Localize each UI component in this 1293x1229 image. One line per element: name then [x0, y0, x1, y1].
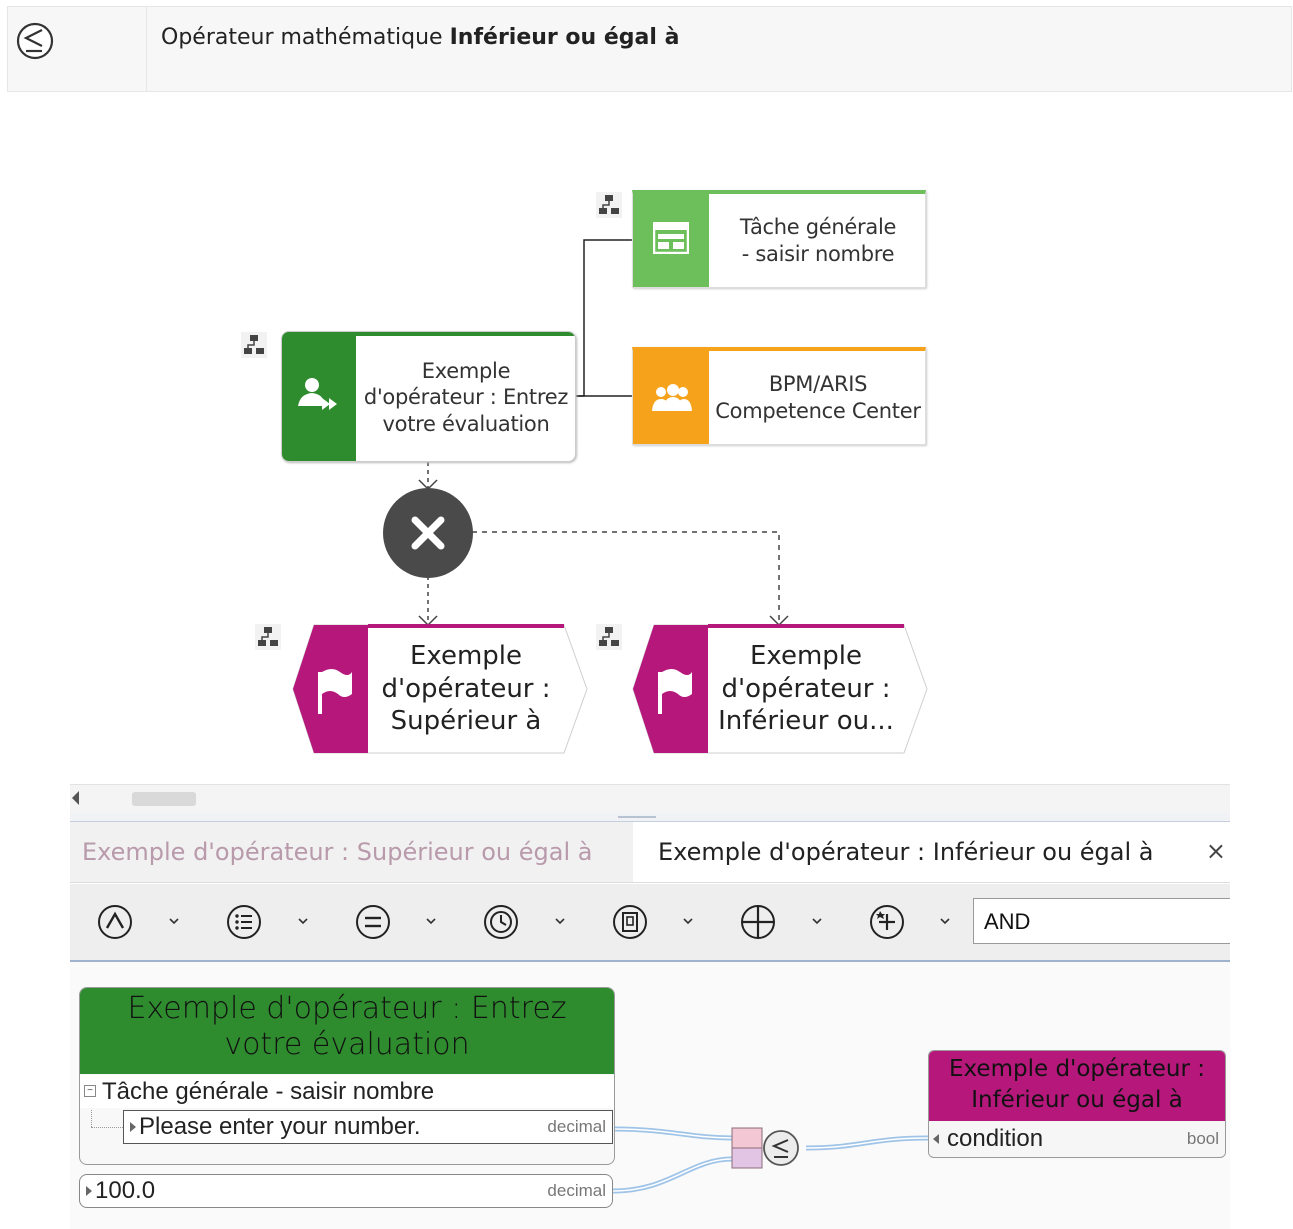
comparison-operator-button[interactable]	[353, 902, 393, 942]
chevron-down-icon[interactable]	[938, 914, 952, 928]
splitter-grip[interactable]	[618, 816, 656, 818]
chevron-down-icon[interactable]	[424, 914, 438, 928]
event1-label-line3: Supérieur à	[390, 706, 542, 737]
source-function-title: Exemple d'opérateur : Entrez votre évalu…	[80, 988, 614, 1074]
event-inferieur-label: Exemple d'opérateur : Inférieur ou...	[708, 624, 904, 754]
screen-icon	[653, 222, 689, 254]
chevron-down-icon[interactable]	[681, 914, 695, 928]
target-title-line2: Inférieur ou égal à	[971, 1087, 1183, 1113]
chevron-down-icon[interactable]	[167, 914, 181, 928]
event1-label-line2: d'opérateur :	[381, 673, 551, 704]
source-title-line2: votre évaluation	[224, 1027, 470, 1062]
operator-description: Opérateur mathématique Inférieur ou égal…	[161, 25, 679, 50]
function-node-label: Exemple d'opérateur : Entrez votre évaluat…	[356, 332, 575, 461]
arithmetic-operator-button[interactable]	[738, 902, 778, 942]
target-field-row[interactable]: condition bool	[929, 1122, 1225, 1156]
editor-tab-bar: Exemple d'opérateur : Supérieur ou égal …	[70, 822, 1230, 883]
operator-description-prefix: Opérateur mathématique	[161, 25, 443, 50]
horizontal-scrollbar[interactable]	[70, 784, 1230, 814]
chevron-down-icon[interactable]	[296, 914, 310, 928]
source-group-label: Tâche générale - saisir nombre	[102, 1078, 435, 1105]
tab-inferieur-label: Exemple d'opérateur : Inférieur ou égal …	[658, 838, 1154, 866]
org-unit-label: BPM/ARIS Competence Center	[709, 351, 927, 444]
target-field-label: condition	[947, 1125, 1044, 1152]
tree-connector	[91, 1127, 123, 1129]
data-mapping-area: Exemple d'opérateur : Entrez votre évalu…	[70, 962, 1230, 1229]
org-label-line2: Competence Center	[715, 398, 921, 423]
chevron-down-icon[interactable]	[810, 914, 824, 928]
target-field-type: bool	[1186, 1129, 1219, 1148]
constant-value-box[interactable]: 100.0 decimal	[79, 1174, 613, 1208]
comparison-operator-icon	[356, 905, 390, 939]
operator-name: Inférieur ou égal à	[449, 25, 680, 50]
event1-label-line1: Exemple	[409, 641, 523, 672]
task-node-label: Tâche générale - saisir nombre	[709, 194, 927, 287]
source-title-line1: Exemple d'opérateur : Entrez	[127, 991, 567, 1026]
operator-icon-cell	[8, 7, 147, 91]
assignment-icon[interactable]	[255, 624, 281, 650]
tab-superieur-ou-egal[interactable]: Exemple d'opérateur : Supérieur ou égal …	[82, 822, 592, 882]
operator-select-value: AND	[984, 909, 1031, 934]
task-label-line2: - saisir nombre	[741, 241, 895, 266]
function-label-line3: votre évaluation	[382, 411, 550, 436]
source-field-row[interactable]: Please enter your number. decimal	[123, 1110, 613, 1144]
document-operator-button[interactable]	[610, 902, 650, 942]
time-operator-button[interactable]	[481, 902, 521, 942]
operator-toolbar: AND	[70, 884, 1230, 962]
tab-superieur-label: Exemple d'opérateur : Supérieur ou égal …	[82, 838, 593, 866]
scrollbar-thumb[interactable]	[132, 792, 196, 806]
function-label-line1: Exemple	[421, 359, 511, 384]
constant-type: decimal	[547, 1181, 606, 1200]
assignment-icon[interactable]	[596, 624, 622, 650]
arithmetic-operator-icon	[741, 905, 775, 939]
assignment-icon[interactable]	[596, 192, 622, 218]
process-diagram: Tâche générale - saisir nombre Exemple d'o…	[0, 100, 1293, 780]
pane-splitter[interactable]	[70, 813, 1230, 822]
list-operator-button[interactable]	[224, 902, 264, 942]
collapse-icon[interactable]: −	[84, 1085, 96, 1097]
task-label-line1: Tâche générale	[739, 215, 897, 240]
source-group-row[interactable]: − Tâche générale - saisir nombre	[80, 1075, 614, 1108]
special-operator-icon	[870, 905, 904, 939]
function-label-line2: d'opérateur : Entrez	[363, 385, 569, 410]
user-task-icon	[298, 378, 337, 410]
operator-select[interactable]: AND	[973, 898, 1230, 944]
org-unit-node[interactable]: BPM/ARIS Competence Center	[632, 347, 926, 445]
event2-label-line3: Inférieur ou...	[718, 706, 894, 737]
operator-header-row: Opérateur mathématique Inférieur ou égal…	[7, 6, 1292, 92]
constant-value: 100.0	[95, 1177, 156, 1204]
source-field-label: Please enter your number.	[139, 1113, 421, 1140]
scroll-left-icon[interactable]	[72, 791, 79, 805]
tab-inferieur-ou-egal[interactable]: Exemple d'opérateur : Inférieur ou égal …	[633, 822, 1230, 882]
expand-arrow-icon[interactable]	[130, 1122, 136, 1132]
less-or-equal-icon	[16, 22, 54, 60]
group-icon	[652, 384, 692, 411]
target-title-line1: Exemple d'opérateur :	[949, 1056, 1205, 1082]
function-node[interactable]: Exemple d'opérateur : Entrez votre évaluat…	[281, 331, 576, 462]
document-operator-icon	[613, 905, 647, 939]
time-operator-icon	[484, 905, 518, 939]
event2-label-line2: d'opérateur :	[721, 673, 891, 704]
source-function-box[interactable]: Exemple d'opérateur : Entrez votre évalu…	[79, 987, 615, 1165]
input-arrow-icon	[933, 1134, 939, 1144]
logic-operator-icon	[98, 905, 132, 939]
close-icon[interactable]: ×	[1206, 837, 1226, 865]
tree-connector	[91, 1110, 93, 1127]
less-or-equal-icon	[763, 1130, 799, 1166]
target-event-title: Exemple d'opérateur : Inférieur ou égal …	[929, 1051, 1225, 1121]
task-node[interactable]: Tâche générale - saisir nombre	[632, 190, 926, 288]
event2-label-line1: Exemple	[749, 641, 863, 672]
source-field-type: decimal	[547, 1117, 606, 1136]
logic-operator-button[interactable]	[95, 902, 135, 942]
expand-arrow-icon[interactable]	[86, 1186, 92, 1196]
event-superieur-label: Exemple d'opérateur : Supérieur à	[368, 624, 564, 754]
assignment-icon[interactable]	[241, 332, 267, 358]
chevron-down-icon[interactable]	[553, 914, 567, 928]
target-event-box[interactable]: Exemple d'opérateur : Inférieur ou égal …	[928, 1050, 1226, 1158]
xor-gateway[interactable]	[382, 488, 474, 578]
org-label-line1: BPM/ARIS	[768, 372, 868, 397]
list-operator-icon	[227, 905, 261, 939]
special-operator-button[interactable]	[867, 902, 907, 942]
